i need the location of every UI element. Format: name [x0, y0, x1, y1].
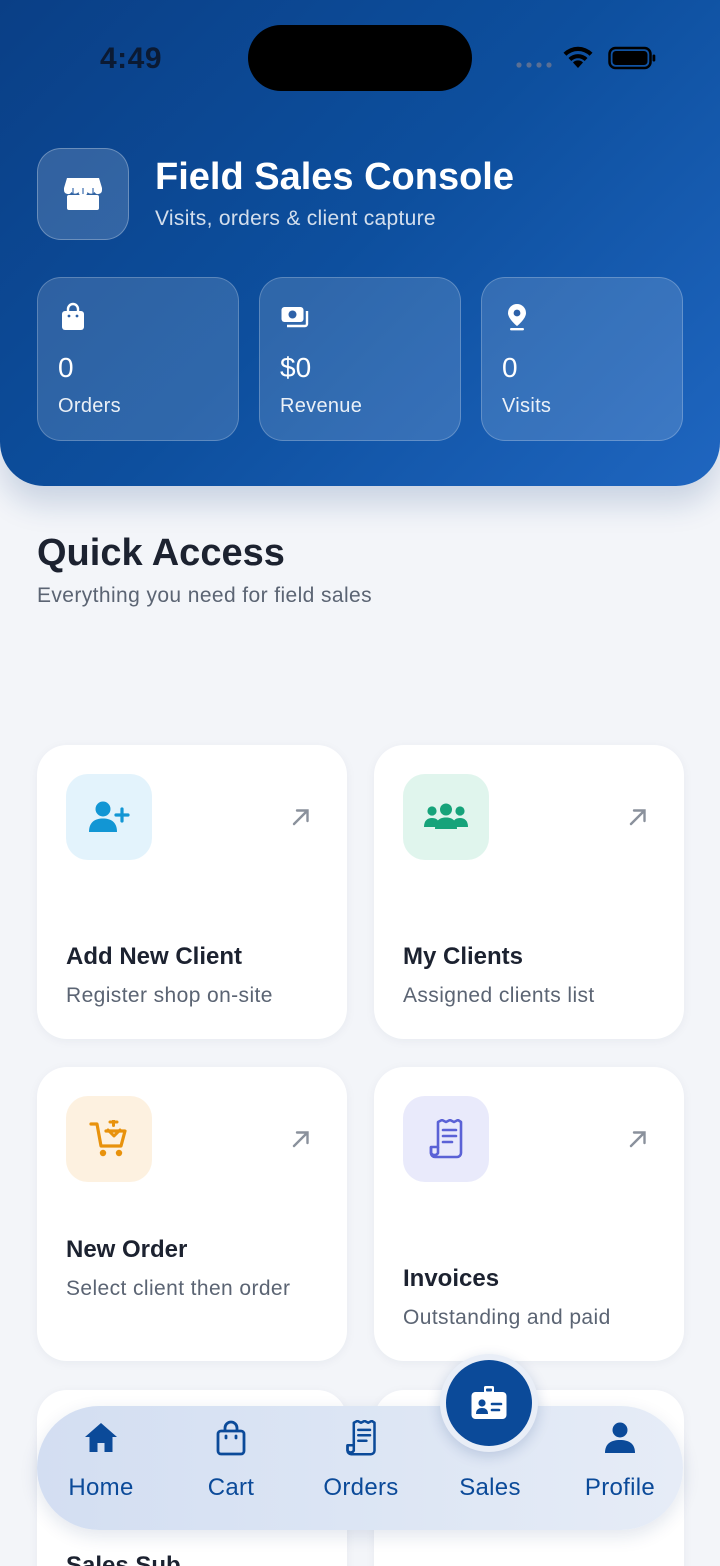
arrow-up-right-icon: [292, 809, 309, 826]
section-title: Quick Access: [37, 532, 285, 574]
stat-value: 0: [502, 352, 518, 383]
stat-card-orders[interactable]: 0 Orders: [37, 277, 239, 441]
sales-fab-button[interactable]: [446, 1360, 532, 1446]
dynamic-island: [248, 25, 472, 91]
receipt-icon: [346, 1420, 376, 1456]
tile-icon-bg: [66, 1096, 152, 1182]
tile-title: Invoices: [403, 1265, 500, 1292]
nav-item-cart[interactable]: Cart: [166, 1406, 296, 1530]
tile-description: Register shop on-site: [66, 984, 273, 1007]
arrow-up-right-icon: [629, 809, 646, 826]
status-time: 4:49: [100, 42, 163, 75]
map-pin-icon: [508, 304, 526, 331]
nav-item-profile[interactable]: Profile: [555, 1406, 685, 1530]
stat-card-visits[interactable]: 0 Visits: [481, 277, 683, 441]
tile-description: Assigned clients list: [403, 984, 595, 1007]
storefront-icon: [63, 178, 103, 210]
stat-value: 0: [58, 352, 74, 383]
tile-description: Outstanding and paid: [403, 1306, 611, 1329]
app-title: Field Sales Console: [155, 156, 514, 198]
user-plus-icon: [89, 801, 130, 832]
stat-label: Visits: [502, 395, 552, 417]
tile-invoices[interactable]: Invoices Outstanding and paid: [374, 1067, 684, 1361]
partial-tile-title: Sales Sub: [66, 1552, 181, 1566]
tile-icon-bg: [66, 774, 152, 860]
wifi-icon: [563, 46, 593, 68]
stat-label: Revenue: [280, 395, 363, 417]
arrow-up-right-icon: [292, 1131, 309, 1148]
arrow-up-right-icon: [629, 1131, 646, 1148]
tile-title: New Order: [66, 1236, 188, 1263]
battery-icon: [608, 46, 656, 70]
tile-title: My Clients: [403, 943, 524, 970]
app-header: 4:49 Field Sales Console Visits, orders …: [0, 0, 720, 486]
nav-label: Cart: [207, 1474, 255, 1501]
shopping-bag-icon: [62, 302, 84, 330]
home-icon: [85, 1423, 117, 1452]
users-icon: [424, 803, 468, 829]
bottom-nav-bar: Home Cart Orders Sales Profile: [37, 1406, 683, 1530]
tile-new-order[interactable]: New Order Select client then order: [37, 1067, 347, 1361]
nav-label: Sales: [459, 1474, 521, 1501]
id-badge-icon: [471, 1386, 507, 1419]
cart-plus-icon: [89, 1120, 127, 1157]
cellular-signal-icon: [516, 62, 552, 68]
user-icon: [605, 1422, 635, 1453]
section-subtitle: Everything you need for field sales: [37, 584, 373, 607]
money-icon: [281, 307, 309, 328]
nav-label: Home: [68, 1474, 134, 1501]
tile-description: Select client then order: [66, 1277, 291, 1300]
tile-icon-bg: [403, 774, 489, 860]
nav-item-home[interactable]: Home: [36, 1406, 166, 1530]
app-subtitle: Visits, orders & client capture: [155, 207, 436, 230]
stat-value: $0: [280, 352, 312, 383]
nav-label: Orders: [323, 1474, 399, 1501]
tile-title: Add New Client: [66, 943, 243, 970]
receipt-icon: [429, 1119, 463, 1159]
stat-label: Orders: [58, 395, 121, 417]
tile-my-clients[interactable]: My Clients Assigned clients list: [374, 745, 684, 1039]
nav-item-orders[interactable]: Orders: [296, 1406, 426, 1530]
brand-logo: [37, 148, 129, 240]
shopping-bag-icon: [216, 1420, 246, 1456]
stat-card-revenue[interactable]: $0 Revenue: [259, 277, 461, 441]
tile-icon-bg: [403, 1096, 489, 1182]
tile-add-new-client[interactable]: Add New Client Register shop on-site: [37, 745, 347, 1039]
nav-label: Profile: [584, 1474, 656, 1501]
